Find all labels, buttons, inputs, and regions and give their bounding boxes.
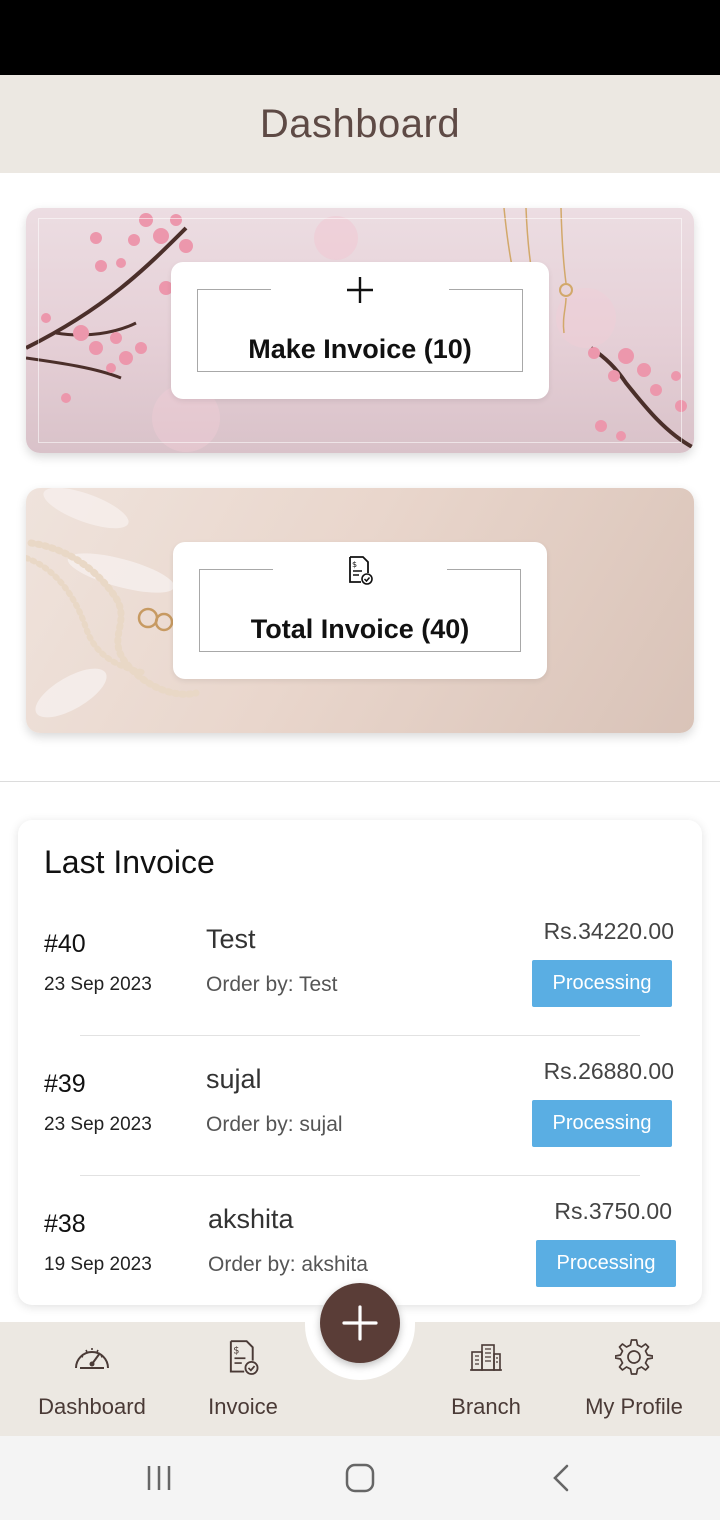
invoice-number: #39 <box>44 1070 86 1098</box>
recents-icon[interactable] <box>139 1458 179 1498</box>
nav-label: Invoice <box>208 1394 278 1419</box>
invoice-icon: $ <box>222 1336 264 1378</box>
make-invoice-banner[interactable]: Make Invoice (10) <box>26 208 694 453</box>
status-bar <box>0 0 720 75</box>
make-invoice-card[interactable]: Make Invoice (10) <box>171 262 549 399</box>
plus-icon <box>344 274 376 306</box>
total-invoice-label: Total Invoice (40) <box>250 614 470 644</box>
svg-text:$: $ <box>233 1345 239 1356</box>
invoice-amount: Rs.34220.00 <box>543 918 674 944</box>
building-icon <box>465 1336 507 1378</box>
order-by: Order by: akshita <box>208 1253 368 1276</box>
invoice-date: 19 Sep 2023 <box>44 1254 152 1275</box>
order-by: Order by: sujal <box>206 1113 343 1136</box>
customer-name: sujal <box>206 1064 262 1094</box>
nav-dashboard[interactable]: Dashboard <box>30 1336 154 1426</box>
invoice-date: 23 Sep 2023 <box>44 1114 152 1135</box>
nav-branch[interactable]: Branch <box>440 1336 532 1426</box>
invoice-number: #38 <box>44 1210 86 1238</box>
nav-invoice[interactable]: $ Invoice <box>193 1336 293 1426</box>
invoice-check-icon: $ <box>344 554 376 586</box>
customer-name: Test <box>206 924 256 954</box>
invoice-amount: Rs.3750.00 <box>554 1198 672 1224</box>
invoice-row[interactable]: #40 23 Sep 2023 Test Order by: Test Rs.3… <box>18 896 702 1036</box>
invoice-number: #40 <box>44 930 86 958</box>
system-nav-bar <box>0 1436 720 1520</box>
nav-label: My Profile <box>585 1394 683 1419</box>
back-icon[interactable] <box>541 1458 581 1498</box>
svg-text:$: $ <box>352 560 357 569</box>
status-badge[interactable]: Processing <box>532 960 672 1007</box>
status-badge[interactable]: Processing <box>532 1100 672 1147</box>
add-fab-button[interactable] <box>320 1283 400 1363</box>
order-by: Order by: Test <box>206 973 338 996</box>
gear-icon <box>613 1336 655 1378</box>
invoice-amount: Rs.26880.00 <box>543 1058 674 1084</box>
app-header: Dashboard <box>0 75 720 173</box>
nav-my-profile[interactable]: My Profile <box>576 1336 692 1426</box>
last-invoice-card: Last Invoice #40 23 Sep 2023 Test Order … <box>18 820 702 1305</box>
invoice-row[interactable]: #39 23 Sep 2023 sujal Order by: sujal Rs… <box>18 1036 702 1176</box>
home-icon[interactable] <box>340 1458 380 1498</box>
invoice-date: 23 Sep 2023 <box>44 974 152 995</box>
make-invoice-label: Make Invoice (10) <box>248 334 472 364</box>
speedometer-icon <box>71 1336 113 1378</box>
nav-label: Dashboard <box>38 1394 146 1419</box>
total-invoice-card[interactable]: $ Total Invoice (40) <box>173 542 547 679</box>
customer-name: akshita <box>208 1204 294 1234</box>
plus-icon <box>342 1305 378 1341</box>
status-badge[interactable]: Processing <box>536 1240 676 1287</box>
total-invoice-banner[interactable]: $ Total Invoice (40) <box>26 488 694 733</box>
section-divider <box>0 781 720 782</box>
last-invoice-heading: Last Invoice <box>44 844 215 880</box>
page-title: Dashboard <box>259 101 461 146</box>
nav-label: Branch <box>451 1394 521 1419</box>
